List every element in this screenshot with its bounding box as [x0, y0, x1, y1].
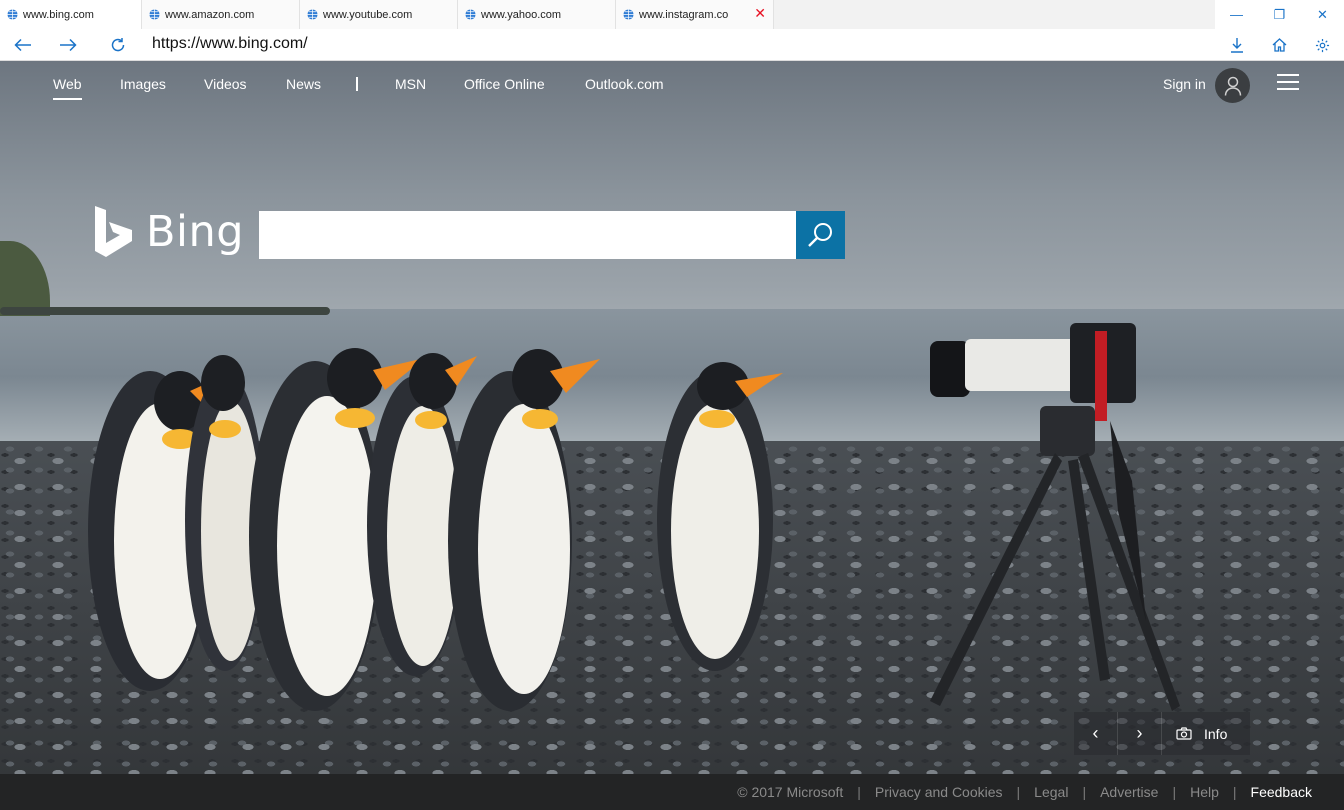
tab-title: www.youtube.com: [323, 8, 413, 21]
close-window-button[interactable]: ✕: [1301, 0, 1344, 29]
address-bar: https://www.bing.com/: [0, 29, 1344, 61]
bing-logo-text: Bing: [146, 207, 244, 257]
settings-button[interactable]: [1301, 29, 1344, 61]
footer-separator: |: [1016, 784, 1021, 800]
tab-title: www.amazon.com: [165, 8, 255, 21]
globe-icon: [149, 9, 160, 20]
forward-button[interactable]: [52, 29, 84, 61]
bing-top-nav: Web Images Videos News MSN Office Online…: [0, 61, 1344, 109]
refresh-button[interactable]: [102, 29, 134, 61]
globe-icon: [7, 9, 18, 20]
close-tab-icon[interactable]: ✕: [754, 6, 766, 20]
download-icon: [1230, 38, 1243, 53]
tab-yahoo[interactable]: www.yahoo.com: [458, 0, 616, 29]
browser-tools: [1215, 29, 1344, 61]
search-icon: [807, 223, 832, 247]
search-input[interactable]: [259, 211, 796, 259]
nav-web[interactable]: Web: [53, 76, 82, 100]
footer-separator: |: [1232, 784, 1237, 800]
downloads-button[interactable]: [1215, 29, 1258, 61]
restore-button[interactable]: ❐: [1258, 0, 1301, 29]
tab-amazon[interactable]: www.amazon.com: [142, 0, 300, 29]
nav-videos[interactable]: Videos: [204, 76, 247, 92]
background-photo: [88, 323, 1180, 711]
nav-news[interactable]: News: [286, 76, 321, 92]
advertise-link[interactable]: Advertise: [1100, 784, 1158, 800]
bing-homepage: Web Images Videos News MSN Office Online…: [0, 61, 1344, 810]
tab-title: www.instagram.co: [639, 8, 729, 21]
bing-b-logo-icon: [95, 206, 132, 257]
previous-image-button[interactable]: ‹: [1074, 712, 1118, 755]
globe-icon: [465, 9, 476, 20]
camera-tripod: [930, 323, 1180, 711]
tab-strip: www.bing.com www.amazon.com www.youtube.…: [0, 0, 1344, 29]
privacy-link[interactable]: Privacy and Cookies: [875, 784, 1003, 800]
nav-divider: [356, 77, 358, 91]
image-info-button[interactable]: Info: [1162, 712, 1250, 755]
hamburger-icon[interactable]: [1277, 74, 1299, 92]
help-link[interactable]: Help: [1190, 784, 1219, 800]
camera-icon: [1176, 727, 1192, 740]
nav-images[interactable]: Images: [120, 76, 166, 92]
url-field[interactable]: https://www.bing.com/: [152, 35, 308, 53]
footer-separator: |: [1082, 784, 1087, 800]
minimize-button[interactable]: —: [1215, 0, 1258, 29]
forward-arrow-icon: [60, 38, 77, 52]
gear-icon: [1315, 38, 1330, 52]
footer-separator: |: [857, 784, 861, 800]
footer-separator: |: [1172, 784, 1177, 800]
tab-title: www.bing.com: [23, 8, 94, 21]
back-button[interactable]: [7, 29, 39, 61]
user-icon: [1224, 76, 1241, 96]
refresh-icon: [111, 38, 125, 52]
home-icon: [1272, 38, 1287, 52]
feedback-link[interactable]: Feedback: [1251, 784, 1312, 800]
back-arrow-icon: [14, 38, 31, 52]
nav-office-online[interactable]: Office Online: [464, 76, 545, 92]
globe-icon: [623, 9, 634, 20]
info-label: Info: [1204, 725, 1228, 742]
tab-youtube[interactable]: www.youtube.com: [300, 0, 458, 29]
image-carousel-controls: ‹ › Info: [1074, 712, 1250, 755]
window-controls: — ❐ ✕: [1215, 0, 1344, 29]
footer-links: © 2017 Microsoft | Privacy and Cookies |…: [737, 784, 1312, 800]
tab-bing[interactable]: www.bing.com: [0, 0, 142, 29]
bing-footer: © 2017 Microsoft | Privacy and Cookies |…: [0, 774, 1344, 810]
globe-icon: [307, 9, 318, 20]
nav-outlook[interactable]: Outlook.com: [585, 76, 664, 92]
copyright-text: © 2017 Microsoft: [737, 784, 844, 800]
penguin-group: [88, 348, 783, 711]
search-button[interactable]: [796, 211, 845, 259]
next-image-button[interactable]: ›: [1118, 712, 1162, 755]
sign-in-link[interactable]: Sign in: [1163, 76, 1206, 92]
tab-instagram[interactable]: www.instagram.co ✕: [616, 0, 774, 29]
legal-link[interactable]: Legal: [1034, 784, 1068, 800]
tab-title: www.yahoo.com: [481, 8, 562, 21]
bing-logo[interactable]: Bing: [94, 205, 244, 259]
avatar[interactable]: [1215, 68, 1250, 103]
nav-msn[interactable]: MSN: [395, 76, 426, 92]
home-button[interactable]: [1258, 29, 1301, 61]
